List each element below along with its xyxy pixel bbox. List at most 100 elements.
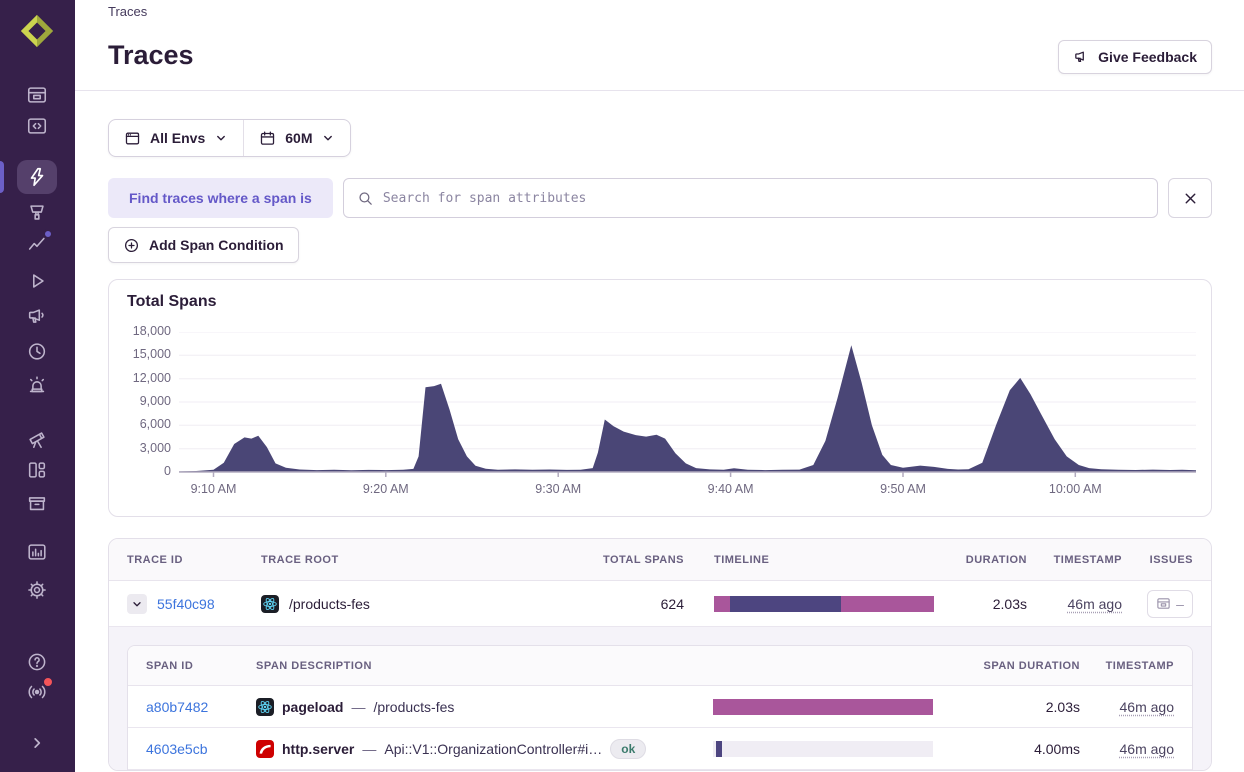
span-timestamp[interactable]: 46m ago (1120, 741, 1174, 757)
span-duration: 4.00ms (933, 741, 1080, 757)
span-row: a80b7482 pageload — /products-fes 2.03s … (128, 686, 1192, 728)
page-filter-bar: All Envs 60M (108, 119, 351, 157)
search-icon (357, 190, 374, 207)
active-nav-indicator (0, 161, 4, 193)
give-feedback-button[interactable]: Give Feedback (1058, 40, 1212, 74)
y-axis-tick-label: 15,000 (109, 347, 171, 361)
collapse-trace-button[interactable] (127, 594, 147, 614)
megaphone-icon (1073, 49, 1090, 66)
chevron-down-icon (214, 131, 228, 145)
org-logo[interactable] (18, 12, 56, 50)
col-total-spans: Total Spans (584, 554, 684, 566)
plus-circle-icon (123, 237, 140, 254)
org-logo-left (21, 15, 37, 47)
clear-search-button[interactable] (1168, 178, 1212, 218)
breadcrumb[interactable]: Traces (108, 4, 1244, 18)
x-axis-tick-label: 9:50 AM (858, 482, 948, 496)
col-timestamp: Timestamp (1027, 554, 1122, 566)
sidebar-item-alerts[interactable] (26, 374, 48, 396)
sidebar-item-insights[interactable] (26, 233, 48, 255)
x-axis-tick-label: 9:30 AM (513, 482, 603, 496)
y-axis-tick-label: 6,000 (109, 417, 171, 431)
span-timeline-bar (713, 699, 933, 715)
react-icon (261, 595, 279, 613)
trace-root-label[interactable]: /products-fes (289, 596, 370, 612)
span-description: Api::V1::OrganizationController#i… (384, 741, 602, 757)
x-axis-tick-label: 9:10 AM (169, 482, 259, 496)
span-status-badge: ok (610, 739, 646, 759)
add-span-condition-button[interactable]: Add Span Condition (108, 227, 299, 263)
sidebar-item-replays[interactable] (26, 270, 48, 292)
org-logo-bolt (33, 24, 41, 37)
sidebar-item-dashboards[interactable] (26, 459, 48, 481)
span-op: http.server (282, 741, 354, 757)
span-row: 4603e5cb http.server — Api::V1::Organiza… (128, 728, 1192, 770)
span-duration: 2.03s (933, 699, 1080, 715)
trace-id-link[interactable]: 55f40c98 (157, 596, 215, 612)
calendar-icon (259, 130, 276, 147)
add-span-condition-label: Add Span Condition (149, 237, 284, 253)
total-spans-chart-card: Total Spans 03,0006,0009,00012,00015,000… (108, 279, 1212, 517)
sidebar-item-stats[interactable] (26, 541, 48, 563)
trace-total-spans: 624 (584, 596, 684, 612)
y-axis-tick-label: 3,000 (109, 441, 171, 455)
rails-icon (256, 740, 274, 758)
sidebar-item-performance[interactable] (26, 166, 48, 188)
insights-notification-dot (43, 229, 53, 239)
page-header: Traces Traces Give Feedback (75, 4, 1244, 91)
traces-table-header: Trace ID Trace Root Total Spans Timeline… (109, 539, 1211, 581)
give-feedback-label: Give Feedback (1098, 49, 1197, 65)
span-search-row: Find traces where a span is (108, 178, 1212, 218)
chart-title: Total Spans (127, 293, 217, 311)
y-axis-tick-label: 18,000 (109, 324, 171, 338)
span-attribute-search[interactable] (343, 178, 1158, 218)
x-axis-tick-label: 9:20 AM (341, 482, 431, 496)
environment-filter[interactable]: All Envs (109, 120, 243, 156)
sidebar-item-settings[interactable] (26, 579, 48, 601)
span-op: pageload (282, 699, 343, 715)
traces-table: Trace ID Trace Root Total Spans Timeline… (108, 538, 1212, 771)
find-traces-label: Find traces where a span is (108, 178, 333, 218)
environment-filter-label: All Envs (150, 130, 205, 146)
col-trace-root: Trace Root (261, 554, 584, 566)
time-range-filter[interactable]: 60M (244, 120, 350, 156)
total-spans-area-chart (179, 332, 1196, 478)
x-axis-tick-label: 10:00 AM (1030, 482, 1120, 496)
sidebar-item-crons[interactable] (26, 340, 48, 362)
spans-table: Span ID Span Description Span Duration T… (127, 645, 1193, 770)
spans-table-header: Span ID Span Description Span Duration T… (128, 646, 1192, 686)
trace-issues-button[interactable]: – (1147, 590, 1193, 618)
chevron-down-icon (321, 131, 335, 145)
x-axis-tick-label: 9:40 AM (686, 482, 776, 496)
sidebar-item-discover[interactable] (26, 428, 48, 450)
sidebar (0, 0, 75, 772)
trace-timestamp[interactable]: 46m ago (1068, 596, 1122, 612)
col-span-timestamp: Timestamp (1080, 660, 1174, 672)
sidebar-item-explore[interactable] (26, 115, 48, 137)
react-icon (256, 698, 274, 716)
trace-issues-count: – (1176, 596, 1184, 612)
span-separator: — (351, 699, 365, 715)
span-id-link[interactable]: 4603e5cb (146, 741, 208, 757)
sidebar-collapse-button[interactable] (26, 732, 48, 754)
sidebar-item-profiling[interactable] (26, 202, 48, 224)
col-issues: Issues (1122, 554, 1193, 566)
col-span-duration: Span Duration (933, 660, 1080, 672)
sidebar-item-whats-new[interactable] (26, 681, 48, 703)
time-range-filter-label: 60M (285, 130, 312, 146)
span-timestamp[interactable]: 46m ago (1120, 699, 1174, 715)
sidebar-item-releases[interactable] (26, 492, 48, 514)
window-icon (124, 130, 141, 147)
trace-row: 55f40c98 /products-fes 624 2.03s 46m ago… (109, 581, 1211, 627)
span-search-input[interactable] (383, 191, 1144, 206)
sidebar-item-issues[interactable] (26, 84, 48, 106)
sidebar-item-user-feedback[interactable] (26, 306, 48, 328)
span-id-link[interactable]: a80b7482 (146, 699, 208, 715)
sidebar-item-help[interactable] (26, 651, 48, 673)
y-axis-tick-label: 12,000 (109, 371, 171, 385)
span-timeline-bar (713, 741, 933, 757)
trace-timeline-bar (714, 596, 934, 612)
issues-icon (1156, 596, 1171, 611)
whats-new-notification-dot (42, 676, 54, 688)
col-duration: Duration (934, 554, 1027, 566)
